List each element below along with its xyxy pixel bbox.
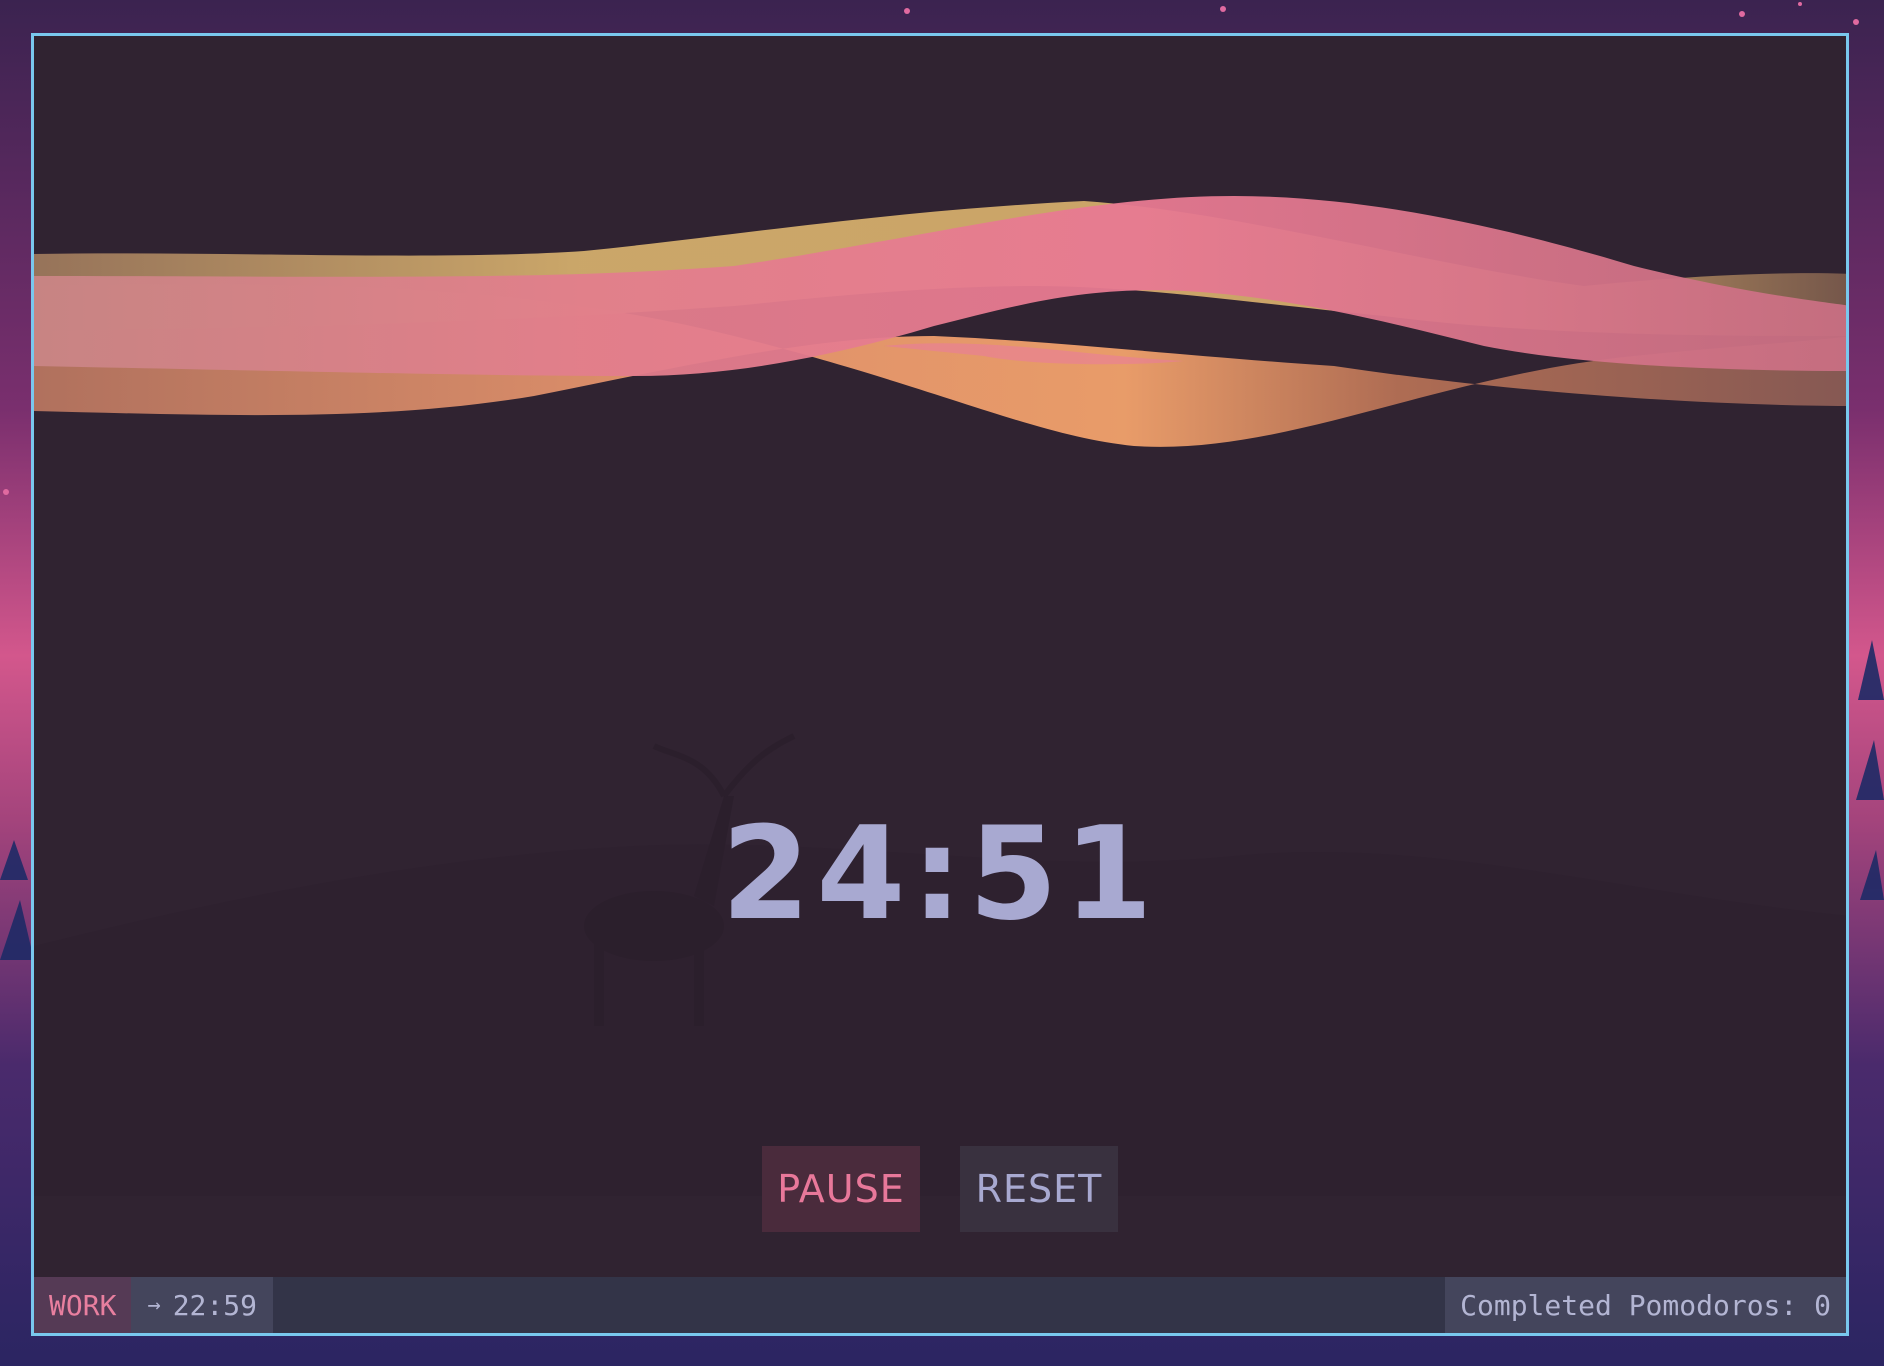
arrow-right-icon: → [147, 1292, 161, 1318]
mode-badge: WORK [34, 1277, 132, 1333]
completed-pomodoros-counter: Completed Pomodoros: 0 [1445, 1277, 1846, 1333]
pomodoro-window: 24:51 PAUSE RESET WORK → 22:59 Completed… [31, 33, 1849, 1336]
countdown-timer: 24:51 [721, 800, 1159, 949]
reset-button[interactable]: RESET [960, 1146, 1118, 1232]
aurora-visualizer [34, 196, 1846, 447]
timer-controls: PAUSE RESET [34, 1146, 1846, 1232]
status-bar: WORK → 22:59 Completed Pomodoros: 0 [34, 1277, 1846, 1333]
pause-button[interactable]: PAUSE [762, 1146, 920, 1232]
next-session-time: 22:59 [172, 1288, 257, 1322]
next-session-indicator: → 22:59 [131, 1277, 273, 1333]
